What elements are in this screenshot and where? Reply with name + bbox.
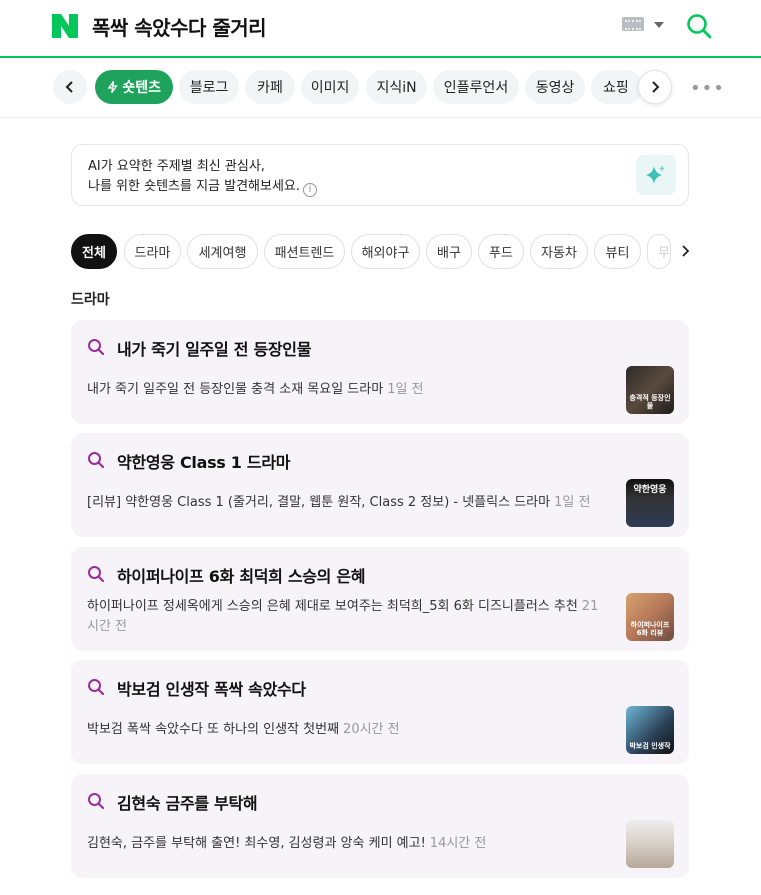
chip-label: 뷰티	[605, 246, 630, 261]
tab-shortents[interactable]: 숏텐츠	[95, 70, 173, 104]
tab-blog[interactable]: 블로그	[179, 70, 239, 104]
chip-more[interactable]: 무	[647, 234, 671, 269]
card-desc-text: 박보검 폭싹 속았수다 또 하나의 인생작 첫번째	[87, 722, 340, 737]
search-header: 폭싹 속았수다 줄거리	[0, 0, 761, 58]
card-thumbnail[interactable]: 약한영웅	[626, 479, 674, 527]
chip-label: 자동차	[541, 246, 577, 261]
tab-video[interactable]: 동영상	[525, 70, 585, 104]
ai-intro-box: AI가 요약한 주제별 최신 관심사, 나를 위한 숏텐츠를 지금 발견해보세요…	[71, 144, 689, 206]
lightning-icon	[107, 80, 118, 94]
chip-volleyball[interactable]: 배구	[426, 234, 472, 269]
card-thumbnail[interactable]: 하이퍼나이프 6화 리뷰	[626, 593, 674, 641]
card-title[interactable]: 내가 죽기 일주일 전 등장인물	[117, 336, 311, 360]
card-time: 14시간 전	[429, 836, 487, 851]
card-desc-text: 내가 죽기 일주일 전 등장인물 충격 소재 목요일 드라마	[87, 382, 384, 397]
tab-label: 카페	[257, 80, 283, 96]
result-card[interactable]: 박보검 인생작 폭싹 속았수다 박보검 폭싹 속았수다 또 하나의 인생작 첫번…	[71, 660, 689, 764]
chip-label: 패션트렌드	[274, 246, 335, 261]
card-desc-text: 하이퍼나이프 정세옥에게 스승의 은혜 제대로 보여주는 최덕희_5회 6화 디…	[87, 599, 578, 614]
tabs-next-button[interactable]	[638, 70, 672, 104]
card-title[interactable]: 하이퍼나이프 6화 최덕희 스승의 은혜	[117, 563, 366, 587]
search-query-text[interactable]: 폭싹 속았수다 줄거리	[92, 12, 267, 41]
info-icon[interactable]: i	[303, 183, 318, 197]
card-title[interactable]: 김현숙 금주를 부탁해	[117, 790, 258, 814]
card-description[interactable]: 하이퍼나이프 정세옥에게 스승의 은혜 제대로 보여주는 최덕희_5회 6화 디…	[87, 597, 607, 637]
thumbnail-caption: 박보검 인생작	[629, 742, 671, 750]
tab-kin[interactable]: 지식iN	[366, 70, 427, 104]
thumbnail-caption: 하이퍼나이프 6화 리뷰	[630, 621, 670, 637]
tabs-prev-button[interactable]	[53, 70, 87, 104]
chip-label: 푸드	[489, 246, 513, 261]
chip-label: 배구	[437, 246, 461, 261]
search-icon[interactable]	[686, 13, 712, 39]
card-title[interactable]: 박보검 인생작 폭싹 속았수다	[117, 676, 306, 700]
result-card[interactable]: 약한영웅 Class 1 드라마 [리뷰] 약한영웅 Class 1 (줄거리,…	[71, 433, 689, 537]
search-tabs: 숏텐츠 블로그 카페 이미지 지식iN 인플루언서 동영상 쇼핑 •••	[0, 58, 761, 118]
tab-label: 지식iN	[376, 80, 417, 96]
thumbnail-caption: 충격적 등장인물	[629, 394, 671, 410]
keyboard-icon[interactable]	[622, 17, 644, 31]
sparkle-icon	[636, 155, 676, 195]
tab-influencer[interactable]: 인플루언서	[433, 70, 519, 104]
chip-label: 세계여행	[198, 246, 247, 261]
chevron-right-icon[interactable]	[678, 243, 692, 259]
search-icon	[88, 452, 105, 469]
card-title[interactable]: 약한영웅 Class 1 드라마	[117, 449, 290, 473]
chevron-down-icon[interactable]	[654, 22, 664, 28]
chip-mlb[interactable]: 해외야구	[351, 234, 420, 269]
card-description[interactable]: [리뷰] 약한영웅 Class 1 (줄거리, 결말, 웹툰 원작, Class…	[87, 493, 607, 513]
card-description[interactable]: 김현숙, 금주를 부탁해 출연! 최수영, 김성령과 앙숙 케미 예고! 14시간…	[87, 834, 607, 854]
tab-cafe[interactable]: 카페	[245, 70, 295, 104]
thumbnail-caption: 약한영웅	[633, 485, 667, 495]
chip-all[interactable]: 전체	[71, 234, 117, 269]
ai-intro-line1: AI가 요약한 주제별 최신 관심사,	[88, 159, 265, 174]
card-thumbnail[interactable]: 충격적 등장인물	[626, 366, 674, 414]
chip-world-travel[interactable]: 세계여행	[187, 234, 258, 269]
tab-label: 동영상	[535, 80, 575, 96]
chip-label: 무	[658, 246, 670, 261]
search-icon	[88, 566, 105, 583]
tab-shopping[interactable]: 쇼핑	[591, 70, 643, 104]
tab-label: 이미지	[310, 80, 350, 96]
chip-food[interactable]: 푸드	[478, 234, 524, 269]
ai-intro-line2: 나를 위한 숏텐츠를 지금 발견해보세요.	[88, 179, 301, 194]
card-thumbnail[interactable]: 박보검 인생작	[626, 706, 674, 754]
search-icon	[88, 679, 105, 696]
more-menu-icon[interactable]: •••	[690, 78, 725, 99]
chevron-left-icon	[65, 81, 73, 93]
result-card[interactable]: 김현숙 금주를 부탁해 김현숙, 금주를 부탁해 출연! 최수영, 김성령과 앙…	[71, 774, 689, 878]
tab-image[interactable]: 이미지	[301, 70, 359, 104]
chevron-right-icon	[652, 81, 660, 93]
card-thumbnail[interactable]	[626, 820, 674, 868]
chip-label: 드라마	[134, 246, 171, 261]
ai-intro-text: AI가 요약한 주제별 최신 관심사, 나를 위한 숏텐츠를 지금 발견해보세요…	[88, 157, 318, 197]
search-icon	[88, 339, 105, 356]
card-time: 1일 전	[554, 495, 591, 510]
card-description[interactable]: 박보검 폭싹 속았수다 또 하나의 인생작 첫번째 20시간 전	[87, 720, 607, 740]
tab-label: 인플루언서	[443, 80, 509, 96]
section-title: 드라마	[71, 292, 110, 308]
tab-label: 블로그	[189, 80, 229, 96]
card-time: 20시간 전	[343, 722, 400, 737]
chip-label: 해외야구	[361, 246, 410, 261]
naver-logo-icon[interactable]	[52, 14, 78, 38]
chip-fashion-trend[interactable]: 패션트렌드	[264, 234, 345, 269]
chip-drama[interactable]: 드라마	[124, 234, 181, 269]
card-time: 1일 전	[387, 382, 424, 397]
card-desc-text: [리뷰] 약한영웅 Class 1 (줄거리, 결말, 웹툰 원작, Class…	[87, 495, 551, 510]
search-icon	[88, 793, 105, 810]
card-description[interactable]: 내가 죽기 일주일 전 등장인물 충격 소재 목요일 드라마 1일 전	[87, 380, 607, 400]
tab-label: 숏텐츠	[122, 80, 161, 96]
result-card[interactable]: 내가 죽기 일주일 전 등장인물 내가 죽기 일주일 전 등장인물 충격 소재 …	[71, 320, 689, 424]
chip-beauty[interactable]: 뷰티	[594, 234, 641, 269]
chip-label: 전체	[82, 246, 106, 261]
chip-car[interactable]: 자동차	[530, 234, 588, 269]
card-desc-text: 김현숙, 금주를 부탁해 출연! 최수영, 김성령과 앙숙 케미 예고!	[87, 836, 426, 851]
result-card[interactable]: 하이퍼나이프 6화 최덕희 스승의 은혜 하이퍼나이프 정세옥에게 스승의 은혜…	[71, 547, 689, 651]
tab-label: 쇼핑	[603, 80, 629, 96]
